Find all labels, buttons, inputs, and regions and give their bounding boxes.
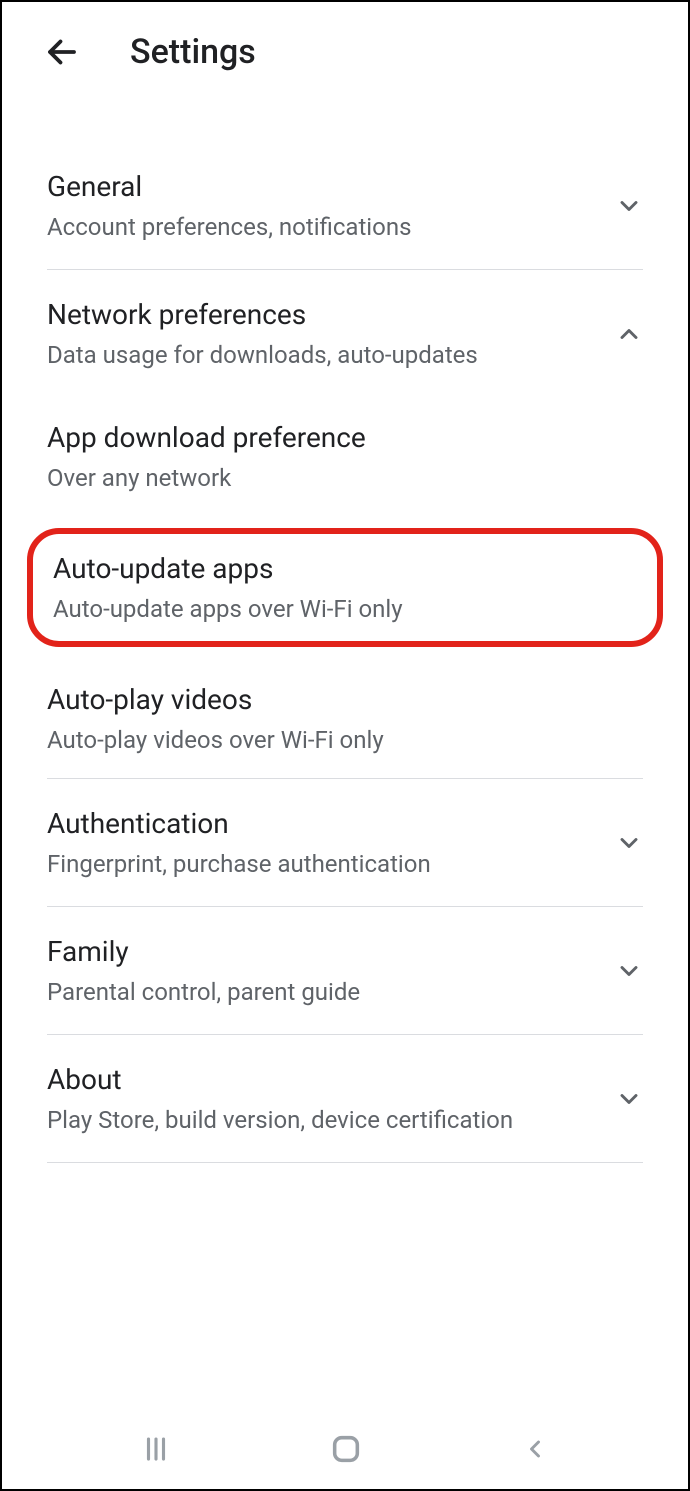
section-subtitle: Fingerprint, purchase authentication <box>47 850 595 878</box>
home-button[interactable] <box>329 1432 363 1466</box>
settings-content: General Account preferences, notificatio… <box>2 92 688 1163</box>
section-subtitle: Account preferences, notifications <box>47 213 595 241</box>
subsection-subtitle: Over any network <box>47 464 643 492</box>
android-navbar <box>2 1409 688 1489</box>
chevron-down-icon <box>615 1085 643 1113</box>
section-family[interactable]: Family Parental control, parent guide <box>2 907 688 1034</box>
page-title: Settings <box>130 32 256 72</box>
chevron-up-icon <box>615 320 643 348</box>
section-subtitle: Data usage for downloads, auto-updates <box>47 341 595 369</box>
subsection-title: Auto-play videos <box>47 683 643 716</box>
section-title: General <box>47 170 595 203</box>
subsection-title: Auto-update apps <box>53 552 637 585</box>
subsection-subtitle: Auto-play videos over Wi-Fi only <box>47 726 643 754</box>
back-button[interactable] <box>521 1435 549 1463</box>
chevron-down-icon <box>615 829 643 857</box>
section-title: Authentication <box>47 807 595 840</box>
section-general[interactable]: General Account preferences, notificatio… <box>2 142 688 269</box>
subsection-app-download-preference[interactable]: App download preference Over any network <box>2 397 688 516</box>
divider <box>47 1162 643 1163</box>
subsection-auto-update-apps[interactable]: Auto-update apps Auto-update apps over W… <box>53 552 637 623</box>
section-subtitle: Play Store, build version, device certif… <box>47 1106 595 1134</box>
subsection-subtitle: Auto-update apps over Wi-Fi only <box>53 595 637 623</box>
section-title: About <box>47 1063 595 1096</box>
section-network-preferences[interactable]: Network preferences Data usage for downl… <box>2 270 688 397</box>
recents-button[interactable] <box>141 1434 171 1464</box>
back-arrow-icon[interactable] <box>42 32 82 72</box>
section-subtitle: Parental control, parent guide <box>47 978 595 1006</box>
chevron-down-icon <box>615 192 643 220</box>
header: Settings <box>2 2 688 92</box>
section-title: Family <box>47 935 595 968</box>
subsection-title: App download preference <box>47 421 643 454</box>
highlight-annotation: Auto-update apps Auto-update apps over W… <box>27 528 663 647</box>
chevron-down-icon <box>615 957 643 985</box>
section-authentication[interactable]: Authentication Fingerprint, purchase aut… <box>2 779 688 906</box>
section-about[interactable]: About Play Store, build version, device … <box>2 1035 688 1162</box>
subsection-auto-play-videos[interactable]: Auto-play videos Auto-play videos over W… <box>2 659 688 778</box>
section-title: Network preferences <box>47 298 595 331</box>
